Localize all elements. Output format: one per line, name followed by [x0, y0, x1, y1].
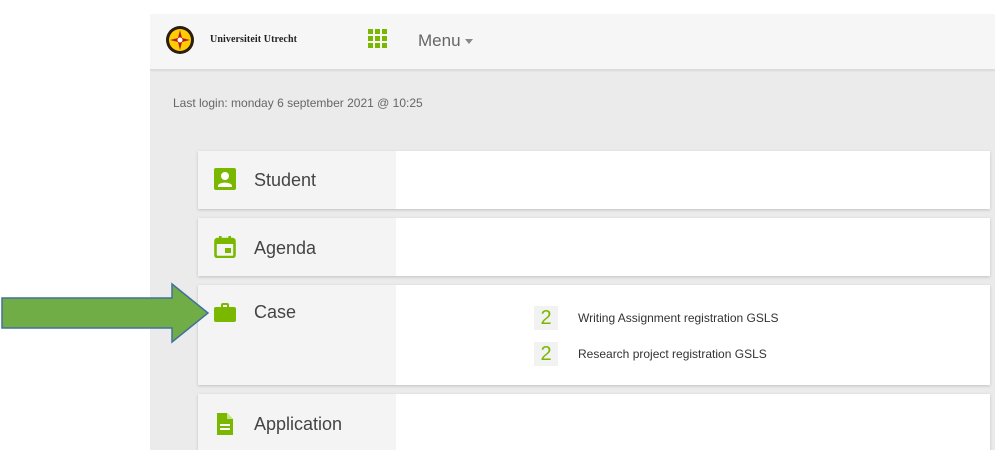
user-icon	[214, 168, 236, 190]
app-grid-icon[interactable]	[368, 29, 388, 49]
case-count-badge: 2	[534, 306, 558, 330]
card-title-case[interactable]: Case	[254, 302, 296, 323]
university-logo-icon[interactable]	[165, 25, 195, 55]
case-count-badge: 2	[534, 342, 558, 366]
case-item-label[interactable]: Writing Assignment registration GSLS	[578, 311, 779, 325]
student-card: Student	[198, 151, 990, 209]
caret-down-icon	[464, 39, 473, 45]
app-window: Universiteit Utrecht Menu Last login: mo…	[150, 14, 995, 450]
briefcase-icon	[214, 303, 236, 322]
annotation-arrow-icon	[1, 282, 210, 344]
case-card: Case 2 Writing Assignment registration G…	[198, 285, 990, 385]
document-icon	[217, 413, 233, 435]
last-login-text: Last login: monday 6 september 2021 @ 10…	[173, 96, 423, 110]
case-item-label[interactable]: Research project registration GSLS	[578, 347, 767, 361]
top-navigation-bar: Universiteit Utrecht Menu	[150, 14, 995, 70]
menu-dropdown-button[interactable]: Menu	[418, 31, 473, 51]
calendar-icon	[214, 236, 236, 258]
menu-label: Menu	[418, 31, 461, 50]
screenshot-canvas: Universiteit Utrecht Menu Last login: mo…	[0, 0, 995, 450]
card-title-agenda[interactable]: Agenda	[254, 238, 316, 259]
agenda-card: Agenda	[198, 218, 990, 276]
card-title-student[interactable]: Student	[254, 170, 316, 191]
application-card: Application	[198, 394, 990, 450]
card-header-panel	[198, 285, 396, 385]
university-name: Universiteit Utrecht	[210, 34, 298, 45]
card-title-application[interactable]: Application	[254, 414, 342, 435]
